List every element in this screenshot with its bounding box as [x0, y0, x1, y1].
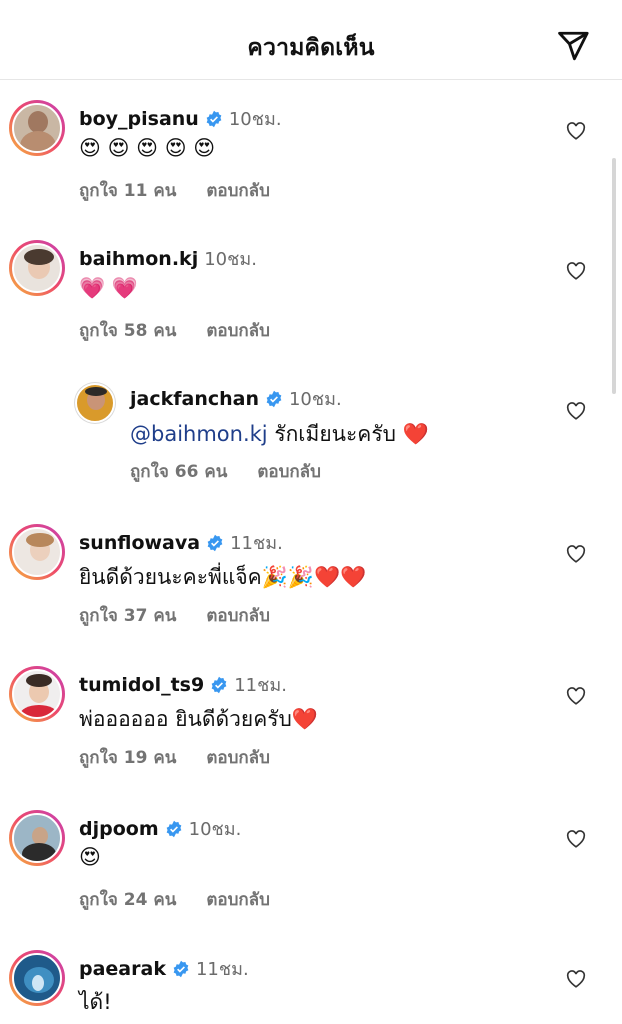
- reply-button[interactable]: ตอบกลับ: [257, 458, 321, 485]
- heart-outline-icon: [566, 687, 586, 705]
- verified-badge-icon: [265, 390, 283, 408]
- comment-text: พ่ออออออ ยินดีด้วยครับ❤️: [79, 707, 319, 731]
- avatar[interactable]: [9, 950, 65, 1006]
- comment-text: @baihmon.kj รักเมียนะครับ ❤️: [130, 418, 429, 451]
- likes-count[interactable]: ถูกใจ 58 คน: [79, 317, 176, 344]
- verified-badge-icon: [172, 960, 190, 978]
- reply-button[interactable]: ตอบกลับ: [206, 317, 270, 344]
- timestamp: 10ชม.: [288, 389, 342, 410]
- send-button[interactable]: [552, 26, 594, 66]
- avatar[interactable]: [9, 810, 65, 866]
- timestamp: 11ชม.: [230, 533, 283, 554]
- like-button[interactable]: [562, 683, 590, 709]
- username[interactable]: boy_pisanu: [79, 108, 199, 130]
- comment-text: 😍: [79, 845, 101, 869]
- heart-outline-icon: [566, 402, 586, 420]
- comment-body: รักเมียนะครับ ❤️: [267, 422, 429, 446]
- page-title: ความคิดเห็น: [247, 35, 375, 61]
- like-button[interactable]: [562, 258, 590, 284]
- reply-button[interactable]: ตอบกลับ: [206, 886, 270, 913]
- like-button[interactable]: [562, 541, 590, 567]
- username[interactable]: baihmon.kj: [79, 248, 198, 270]
- comment-text: 💗 💗: [79, 276, 138, 300]
- username[interactable]: tumidol_ts9: [79, 674, 204, 696]
- verified-badge-icon: [205, 110, 223, 128]
- mention-link[interactable]: @baihmon.kj: [130, 422, 268, 446]
- reply-button[interactable]: ตอบกลับ: [206, 177, 270, 204]
- likes-count[interactable]: ถูกใจ 11 คน: [79, 177, 176, 204]
- comment-text: 😍 😍 😍 😍 😍: [79, 136, 216, 160]
- timestamp: 11ชม.: [195, 959, 249, 980]
- like-button[interactable]: [562, 966, 590, 992]
- timestamp: 10ชม.: [188, 819, 242, 840]
- like-button[interactable]: [562, 118, 590, 144]
- username[interactable]: djpoom: [79, 818, 159, 840]
- avatar[interactable]: [74, 382, 116, 424]
- avatar[interactable]: [9, 666, 65, 722]
- heart-outline-icon: [566, 262, 586, 280]
- verified-badge-icon: [210, 676, 228, 694]
- scrollbar[interactable]: [612, 158, 616, 394]
- heart-outline-icon: [566, 830, 586, 848]
- comment-text: ได้!: [79, 990, 112, 1014]
- likes-count[interactable]: ถูกใจ 19 คน: [79, 744, 176, 771]
- send-icon: [558, 31, 589, 61]
- comment-text: ยินดีด้วยนะคะพี่แจ็ค🎉🎉❤️❤️: [79, 565, 367, 589]
- reply-button[interactable]: ตอบกลับ: [206, 602, 270, 629]
- likes-count[interactable]: ถูกใจ 66 คน: [130, 458, 227, 485]
- timestamp: 10ชม.: [204, 249, 257, 270]
- avatar[interactable]: [9, 524, 65, 580]
- username[interactable]: jackfanchan: [130, 388, 259, 410]
- avatar[interactable]: [9, 240, 65, 296]
- like-button[interactable]: [562, 826, 590, 852]
- heart-outline-icon: [566, 122, 586, 140]
- username[interactable]: sunflowava: [79, 532, 200, 554]
- timestamp: 10ชม.: [228, 109, 282, 130]
- comments-header: ความคิดเห็น: [0, 0, 622, 80]
- avatar[interactable]: [9, 100, 65, 156]
- username[interactable]: paearak: [79, 958, 166, 980]
- like-button[interactable]: [562, 398, 590, 424]
- verified-badge-icon: [165, 820, 183, 838]
- reply-button[interactable]: ตอบกลับ: [206, 744, 270, 771]
- timestamp: 11ชม.: [234, 675, 287, 696]
- verified-badge-icon: [206, 534, 224, 552]
- likes-count[interactable]: ถูกใจ 24 คน: [79, 886, 176, 913]
- likes-count[interactable]: ถูกใจ 37 คน: [79, 602, 176, 629]
- heart-outline-icon: [566, 545, 586, 563]
- heart-outline-icon: [566, 970, 586, 988]
